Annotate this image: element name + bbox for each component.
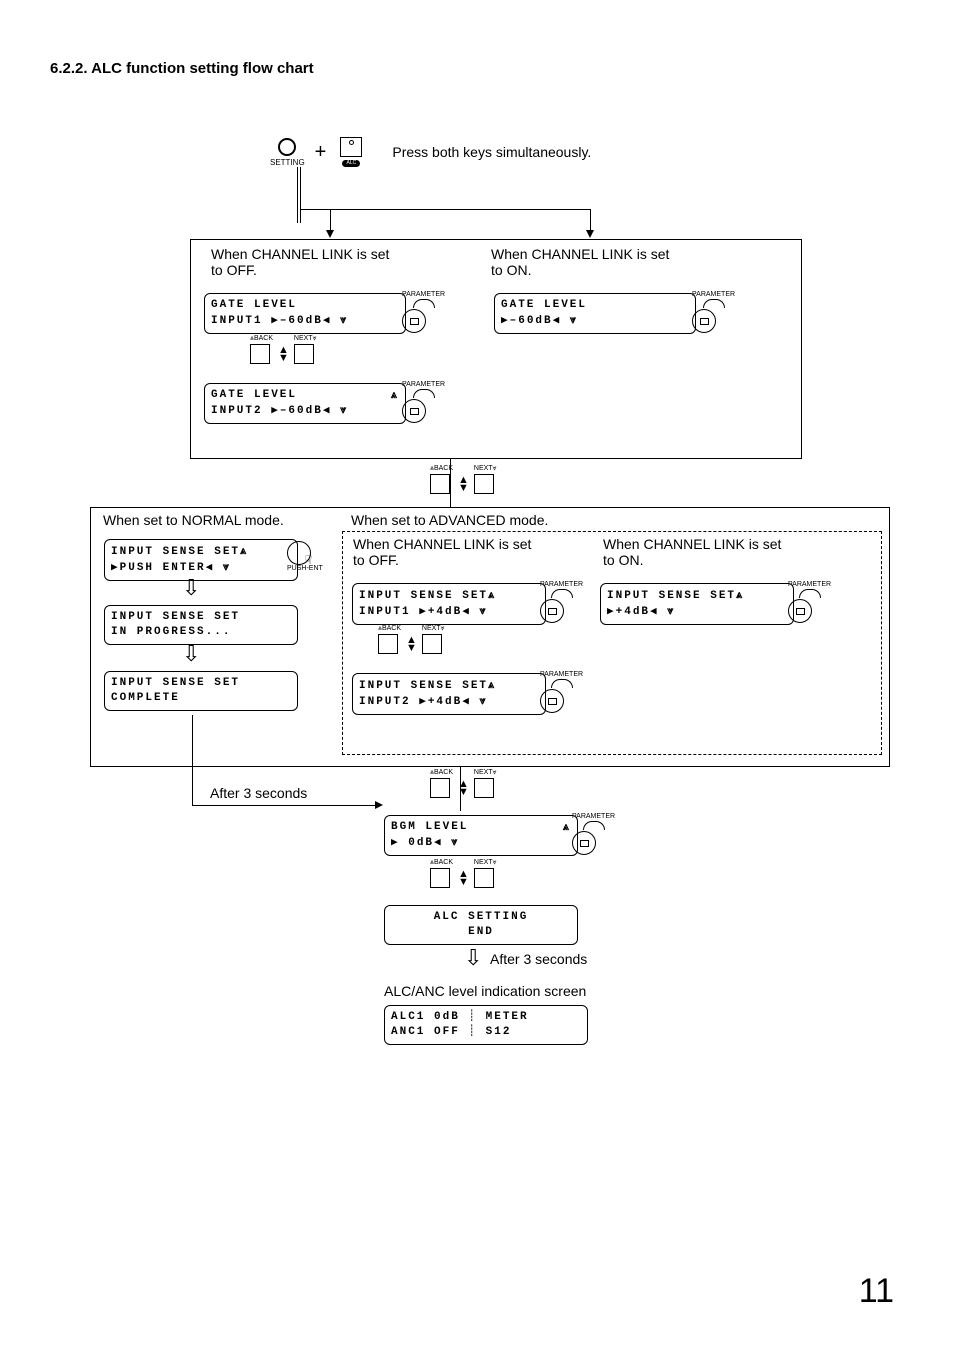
lcd-gate-input1: GATE LEVEL INPUT1 ▶–60dB◀ ⩔ (204, 293, 406, 334)
back-next-icon: ⩓BACK ▲▼ NEXT⩔ (430, 769, 497, 798)
lcd-alc-setting-end: ALC SETTING END (384, 905, 578, 945)
parameter-knob-icon: PARAMETER (540, 671, 583, 713)
lcd-gate-linkon: GATE LEVEL ▶–60dB◀ ⩔ (494, 293, 696, 334)
alc-key: ALC (340, 137, 362, 167)
lcd-sense-complete: INPUT SENSE SET COMPLETE (104, 671, 298, 711)
final-caption: ALC/ANC level indication screen (384, 983, 586, 999)
parameter-knob-icon: PARAMETER (692, 291, 735, 333)
down-arrow-icon: ⇩ (464, 949, 482, 967)
parameter-knob-icon: PARAMETER (402, 291, 445, 333)
lcd-sense-adv-in1: INPUT SENSE SET⩓ INPUT1 ▶+4dB◀ ⩔ (352, 583, 546, 625)
setting-key: SETTING (270, 138, 305, 167)
parameter-knob-icon: PARAMETER (402, 381, 445, 423)
back-next-icon: ⩓BACK ▲▼ NEXT⩔ (250, 335, 317, 364)
lcd-gate-input2: GATE LEVEL⩓ INPUT2 ▶–60dB◀ ⩔ (204, 383, 406, 424)
lcd-bgm-level: BGM LEVEL⩓ ▶ 0dB◀ ⩔ (384, 815, 578, 856)
back-next-icon: ⩓BACK ▲▼ NEXT⩔ (430, 859, 497, 888)
lcd-sense-push-enter: INPUT SENSE SET⩓ ▶PUSH ENTER◀ ⩔ (104, 539, 298, 581)
press-both-text: Press both keys simultaneously. (392, 144, 591, 160)
parameter-knob-icon: PARAMETER (572, 813, 615, 855)
start-row: SETTING + ALC Press both keys simultaneo… (270, 137, 904, 167)
parameter-knob-icon: PARAMETER (540, 581, 583, 623)
flow-chart: When CHANNEL LINK is set to OFF. When CH… (50, 167, 904, 1267)
down-arrow-icon: ⇩ (182, 645, 200, 663)
back-next-icon: ⩓BACK ▲▼ NEXT⩔ (378, 625, 445, 654)
lcd-sense-adv-linkon: INPUT SENSE SET⩓ ▶+4dB◀ ⩔ (600, 583, 794, 625)
lcd-sense-adv-in2: INPUT SENSE SET⩓ INPUT2 ▶+4dB◀ ⩔ (352, 673, 546, 715)
down-arrow-icon: ⇩ (182, 579, 200, 597)
lcd-alc-anc-meter: ALC1 0dB ┊ METER ANC1 OFF ┊ S12 (384, 1005, 588, 1045)
section-title: 6.2.2. ALC function setting flow chart (50, 60, 904, 77)
lcd-sense-progress: INPUT SENSE SET IN PROGRESS... (104, 605, 298, 645)
parameter-knob-icon: PARAMETER (788, 581, 831, 623)
plus-icon: + (315, 141, 327, 164)
page-number: 11 (859, 1272, 894, 1311)
push-enter-icon: ☟ PUSH-ENT (287, 539, 323, 572)
back-next-icon: ⩓BACK ▲▼ NEXT⩔ (430, 465, 497, 494)
